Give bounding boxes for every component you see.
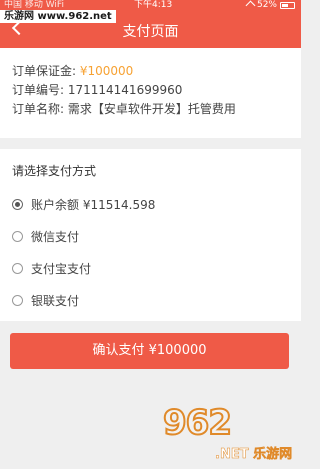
option-label: 账户余额 ¥11514.598 bbox=[31, 197, 156, 212]
status-time: 下午4:13 bbox=[134, 0, 173, 10]
payment-method-card: 请选择支付方式 账户余额 ¥11514.598 微信支付 支付宝支付 银联支付 bbox=[0, 149, 301, 321]
option-label: 微信支付 bbox=[31, 229, 80, 244]
payment-option-unionpay[interactable]: 银联支付 bbox=[12, 284, 289, 316]
deposit-label: 订单保证金: bbox=[12, 64, 80, 78]
radio-button[interactable] bbox=[12, 230, 23, 242]
radio-button[interactable] bbox=[12, 262, 23, 274]
payment-option-wechat[interactable]: 微信支付 bbox=[12, 220, 289, 252]
location-arrow-icon bbox=[245, 0, 256, 10]
carrier-text: 中国 移动 WiFi bbox=[4, 0, 64, 10]
payment-option-alipay[interactable]: 支付宝支付 bbox=[12, 252, 289, 284]
payment-heading: 请选择支付方式 bbox=[12, 164, 97, 178]
logo-main-text: 962 bbox=[162, 402, 233, 444]
radio-button[interactable] bbox=[12, 294, 23, 306]
payment-option-balance[interactable]: 账户余额 ¥11514.598 bbox=[12, 188, 289, 220]
option-label: 银联支付 bbox=[31, 293, 80, 308]
order-name: 订单名称: 需求【安卓软件开发】托管费用 bbox=[12, 102, 236, 116]
order-number: 订单编号: 171114141699960 bbox=[12, 83, 183, 97]
status-right: 52% bbox=[245, 0, 295, 10]
battery-icon bbox=[280, 1, 295, 9]
deposit-amount: ¥100000 bbox=[79, 64, 134, 78]
watermark-logo: 962 .NET 乐游网 bbox=[162, 402, 293, 463]
order-deposit: 订单保证金: ¥100000 bbox=[12, 62, 289, 81]
battery-percent: 52% bbox=[256, 0, 277, 10]
confirm-pay-button[interactable]: 确认支付 ¥100000 bbox=[10, 333, 289, 369]
page-title: 支付页面 bbox=[122, 24, 179, 40]
radio-button-checked[interactable] bbox=[12, 198, 23, 210]
order-info-card: 订单保证金: ¥100000 订单编号: 171114141699960 订单名… bbox=[0, 48, 301, 138]
logo-sub-text: .NET 乐游网 bbox=[215, 447, 293, 463]
option-label: 支付宝支付 bbox=[31, 261, 92, 276]
header-bar: 中国 移动 WiFi 下午4:13 52% 乐游网 www.962.net 支付… bbox=[0, 0, 301, 48]
